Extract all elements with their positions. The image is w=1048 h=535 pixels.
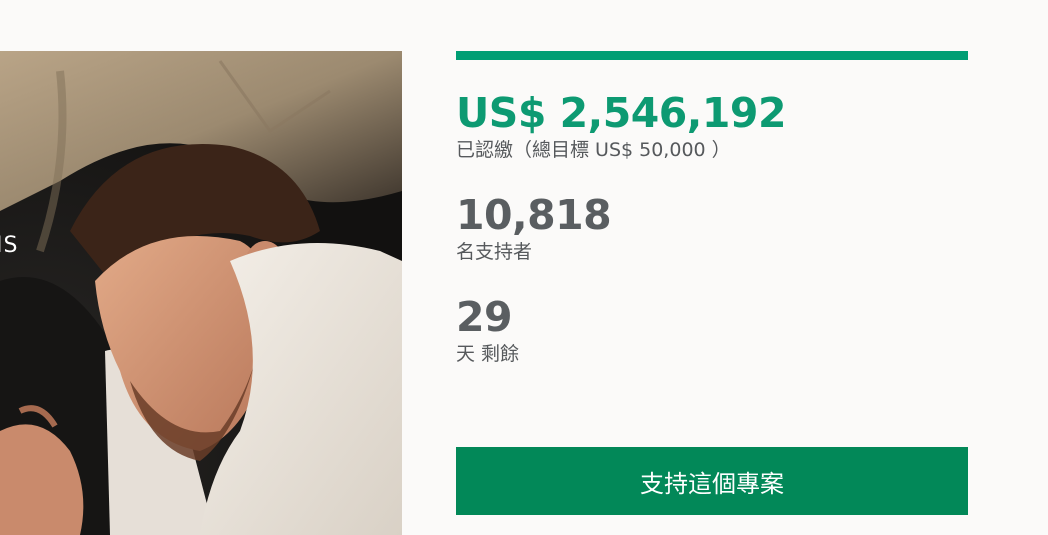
project-hero-image[interactable]: IS [0,51,402,535]
backers-label: 名支持者 [456,241,533,263]
funding-progress-fill [456,51,968,60]
sleeping-man-photo-icon [0,51,402,535]
days-remaining-count: 29 [456,293,513,341]
backers-stat: 10,818 名支持者 [456,192,968,264]
campaign-stats: US$ 2,546,192 已認繳（總目標 US$ 50,000 ） 10,81… [456,51,968,366]
back-this-project-button[interactable]: 支持這個專案 [456,447,968,515]
pledged-amount: US$ 2,546,192 [456,89,786,137]
days-remaining-stat: 29 天 剩餘 [456,294,968,366]
days-remaining-label: 天 剩餘 [456,343,520,365]
pledged-goal-label: 已認繳（總目標 US$ 50,000 ） [456,139,731,161]
backers-count: 10,818 [456,191,612,239]
project-page: IS US$ 2,546,192 已認繳（總目標 US$ 50,000 ） 10… [0,0,1048,535]
funding-progress-bar [456,51,968,60]
hero-caption-text: IS [0,233,19,258]
